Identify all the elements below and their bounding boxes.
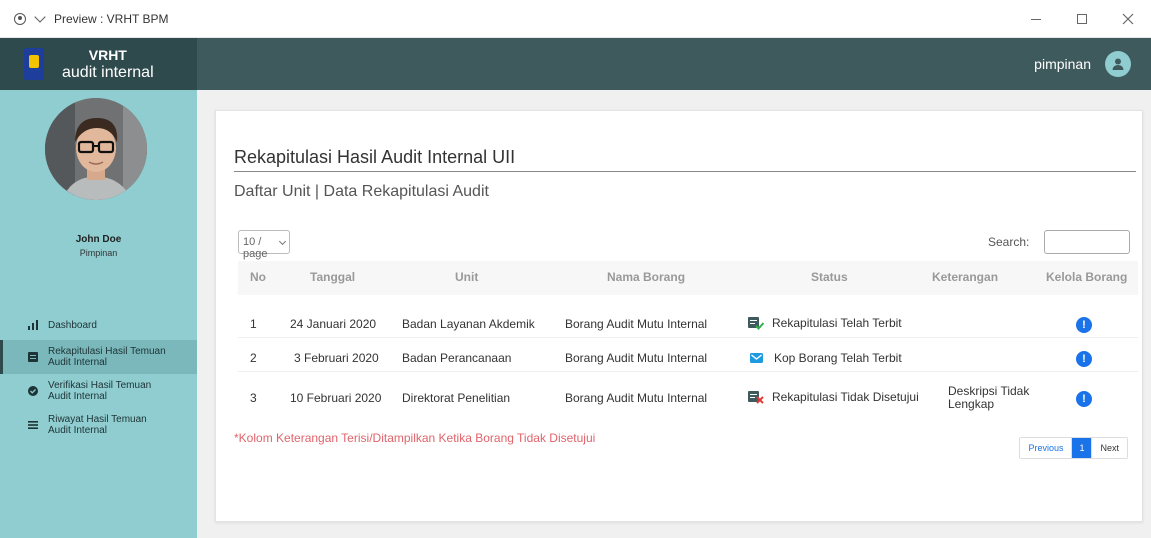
search-input[interactable] (1044, 230, 1130, 254)
page-size-value: 10 / page (243, 236, 268, 260)
info-icon[interactable]: ! (1076, 351, 1092, 367)
sidebar: VRHT audit internal John Doe Pimpinan Da… (0, 38, 197, 538)
user-icon[interactable] (1105, 51, 1131, 77)
brand-title: VRHT (88, 47, 127, 63)
cell-unit: Direktorat Penelitian (402, 391, 511, 405)
sidebar-item-label: Verifikasi Hasil Temuan Audit Internal (48, 380, 152, 402)
table-header: No Tanggal Unit Nama Borang Status Keter… (238, 261, 1138, 295)
check-circle-icon (28, 386, 38, 396)
cell-status: Rekapitulasi Telah Terbit (772, 316, 902, 330)
page-1-button[interactable]: 1 (1072, 438, 1092, 458)
maximize-icon (1077, 14, 1087, 24)
divider (238, 371, 1138, 372)
brand-subtitle: audit internal (62, 64, 154, 81)
brand-text: VRHT audit internal (62, 47, 154, 81)
brand[interactable]: VRHT audit internal (0, 38, 197, 90)
column-header[interactable]: Kelola Borang (1046, 270, 1127, 284)
sidebar-item-label: Rekapitulasi Hasil Temuan Audit Internal (48, 346, 166, 368)
previous-button[interactable]: Previous (1020, 438, 1073, 458)
column-header[interactable]: No (250, 270, 266, 284)
user-name[interactable]: pimpinan (1034, 56, 1091, 72)
cell-no: 3 (250, 391, 257, 405)
cell-no: 1 (250, 317, 257, 331)
next-button[interactable]: Next (1091, 438, 1127, 458)
cell-status: Rekapitulasi Tidak Disetujui (772, 390, 919, 404)
sidebar-menu: Dashboard Rekapitulasi Hasil Temuan Audi… (0, 312, 197, 442)
table-note: *Kolom Keterangan Terisi/Ditampilkan Ket… (234, 431, 596, 445)
minimize-button[interactable] (1013, 0, 1059, 38)
cell-tanggal: 10 Februari 2020 (290, 391, 382, 405)
sidebar-item-riwayat[interactable]: Riwayat Hasil Temuan Audit Internal (0, 408, 197, 442)
window-controls (1013, 0, 1151, 38)
column-header[interactable]: Status (811, 270, 848, 284)
page-size-select[interactable]: 10 / page (238, 230, 290, 260)
profile-role: Pimpinan (79, 248, 118, 258)
profile-avatar (45, 98, 147, 200)
column-header[interactable]: Tanggal (310, 270, 355, 284)
cell-borang: Borang Audit Mutu Internal (565, 391, 708, 405)
sidebar-item-label: Riwayat Hasil Temuan Audit Internal (48, 414, 147, 436)
minimize-icon (1031, 18, 1041, 20)
top-navbar: pimpinan (197, 38, 1151, 90)
divider (234, 171, 1136, 172)
info-icon[interactable]: ! (1076, 317, 1092, 333)
close-button[interactable] (1105, 0, 1151, 38)
cell-keterangan: Lengkap (948, 397, 995, 411)
maximize-button[interactable] (1059, 0, 1105, 38)
divider (238, 337, 1138, 338)
main-card: Rekapitulasi Hasil Audit Internal UII Da… (215, 110, 1143, 522)
pagination: Previous 1 Next (1019, 437, 1128, 459)
cell-tanggal: 3 Februari 2020 (294, 351, 379, 365)
cell-unit: Badan Layanan Akdemik (402, 317, 535, 331)
status: Rekapitulasi Telah Terbit (748, 316, 902, 330)
column-header[interactable]: Keterangan (932, 270, 998, 284)
info-icon[interactable]: ! (1076, 391, 1092, 407)
profile-name: John Doe (75, 234, 122, 245)
page-subtitle: Daftar Unit | Data Rekapitulasi Audit (234, 183, 489, 200)
doc-check-icon (748, 316, 764, 330)
sidebar-item-dashboard[interactable]: Dashboard (0, 312, 197, 338)
doc-reject-icon (748, 390, 764, 404)
cell-tanggal: 24 Januari 2020 (290, 317, 377, 331)
cell-unit: Badan Perancanaan (402, 351, 512, 365)
window-titlebar: Preview : VRHT BPM (0, 0, 1151, 38)
mail-icon (750, 352, 763, 363)
cell-keterangan: Deskripsi Tidak (948, 384, 1030, 398)
cell-borang: Borang Audit Mutu Internal (565, 351, 708, 365)
cell-status: Kop Borang Telah Terbit (774, 351, 902, 365)
bar-chart-icon (28, 320, 38, 330)
window-title: Preview : VRHT BPM (54, 11, 169, 26)
list-icon (28, 352, 38, 362)
sidebar-item-rekapitulasi[interactable]: Rekapitulasi Hasil Temuan Audit Internal (0, 340, 197, 374)
status: Rekapitulasi Tidak Disetujui (748, 390, 919, 404)
column-header[interactable]: Unit (455, 270, 478, 284)
menu-icon (28, 421, 38, 429)
university-logo (24, 48, 44, 80)
chevron-down-icon[interactable] (34, 10, 46, 23)
close-icon (1122, 13, 1134, 25)
sidebar-item-label: Dashboard (48, 319, 97, 331)
cell-no: 2 (250, 351, 257, 365)
record-icon[interactable] (14, 12, 26, 25)
status: Kop Borang Telah Terbit (750, 351, 902, 365)
chevron-down-icon (278, 237, 287, 246)
search-label: Search: (988, 235, 1030, 249)
page-title: Rekapitulasi Hasil Audit Internal UII (234, 147, 516, 167)
cell-borang: Borang Audit Mutu Internal (565, 317, 708, 331)
sidebar-item-verifikasi[interactable]: Verifikasi Hasil Temuan Audit Internal (0, 374, 197, 408)
column-header[interactable]: Nama Borang (607, 270, 685, 284)
